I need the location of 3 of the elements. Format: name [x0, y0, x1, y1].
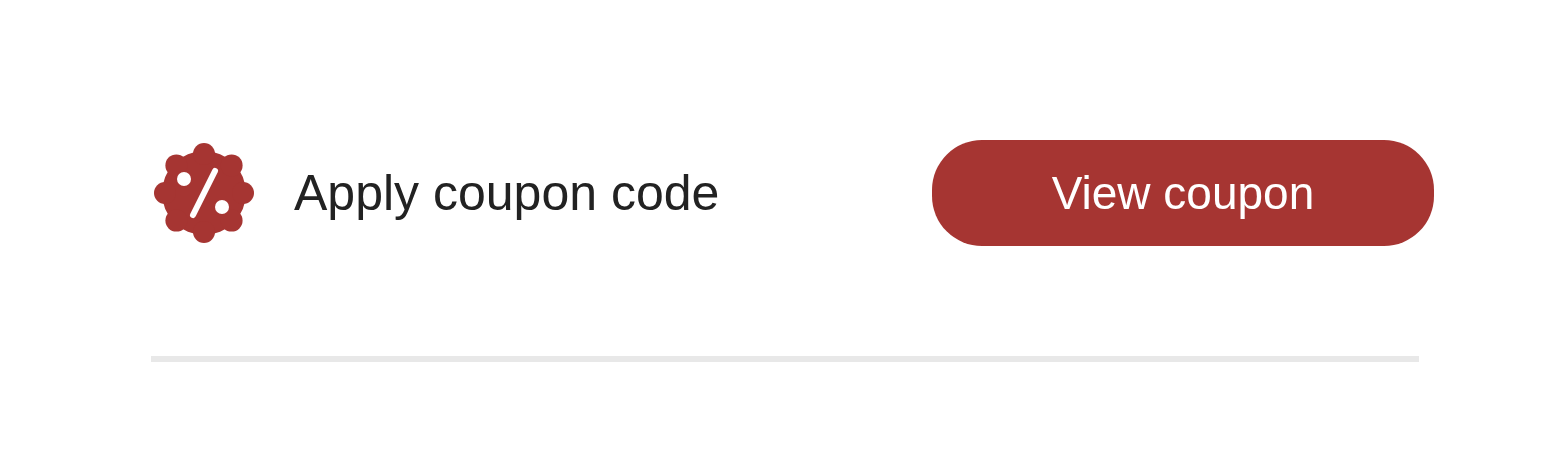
discount-badge-icon	[151, 140, 257, 246]
view-coupon-button[interactable]: View coupon	[932, 140, 1434, 246]
coupon-label: Apply coupon code	[294, 163, 720, 223]
